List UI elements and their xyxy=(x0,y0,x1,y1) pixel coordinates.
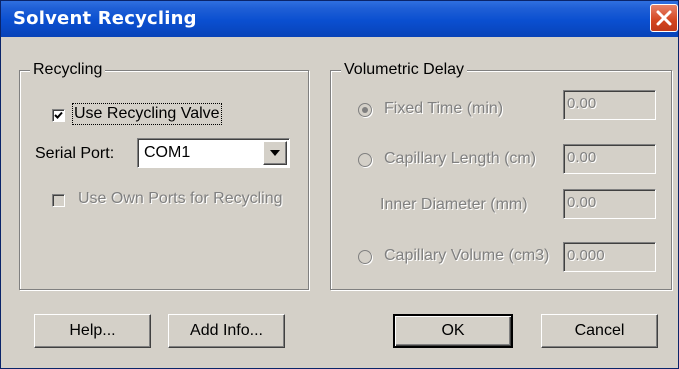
fixed-time-label[interactable]: Fixed Time (min) xyxy=(384,100,503,118)
fixed-time-radio[interactable] xyxy=(358,103,372,117)
use-recycling-valve-label[interactable]: Use Recycling Valve xyxy=(72,103,222,125)
radio-dot xyxy=(362,107,368,113)
dialog-body: Recycling Use Recycling Valve Serial Por… xyxy=(1,37,678,368)
recycling-group: Recycling xyxy=(19,61,309,290)
cancel-button[interactable]: Cancel xyxy=(541,314,658,348)
serial-port-label: Serial Port: xyxy=(35,145,115,162)
recycling-group-title: Recycling xyxy=(30,61,106,79)
inner-diameter-label: Inner Diameter (mm) xyxy=(380,196,528,213)
add-info-button[interactable]: Add Info... xyxy=(168,314,285,348)
checkmark-icon xyxy=(54,111,63,119)
serial-port-select[interactable]: COM1 xyxy=(137,138,290,168)
capillary-length-label[interactable]: Capillary Length (cm) xyxy=(384,150,536,168)
capillary-length-field[interactable]: 0.00 xyxy=(563,144,656,174)
capillary-length-radio[interactable] xyxy=(358,153,372,167)
capillary-volume-radio[interactable] xyxy=(358,250,372,264)
solvent-recycling-dialog: Solvent Recycling Recycling Use Recyclin… xyxy=(0,0,679,369)
inner-diameter-field[interactable]: 0.00 xyxy=(563,189,656,219)
capillary-volume-field[interactable]: 0.000 xyxy=(563,242,656,272)
capillary-volume-label[interactable]: Capillary Volume (cm3) xyxy=(384,247,549,265)
fixed-time-field[interactable]: 0.00 xyxy=(563,90,656,120)
close-icon xyxy=(656,10,672,26)
dialog-title: Solvent Recycling xyxy=(13,8,197,29)
title-bar[interactable]: Solvent Recycling xyxy=(1,1,678,37)
close-button[interactable] xyxy=(650,4,678,32)
ok-button[interactable]: OK xyxy=(393,314,513,348)
serial-port-value: COM1 xyxy=(144,144,191,161)
use-recycling-valve-checkbox[interactable] xyxy=(52,109,65,122)
chevron-down-icon xyxy=(270,150,280,156)
serial-port-dropdown-button[interactable] xyxy=(263,141,287,165)
use-own-ports-checkbox[interactable] xyxy=(52,194,65,207)
volumetric-delay-group-title: Volumetric Delay xyxy=(341,61,468,79)
use-own-ports-label[interactable]: Use Own Ports for Recycling xyxy=(78,190,283,208)
help-button[interactable]: Help... xyxy=(34,314,151,348)
